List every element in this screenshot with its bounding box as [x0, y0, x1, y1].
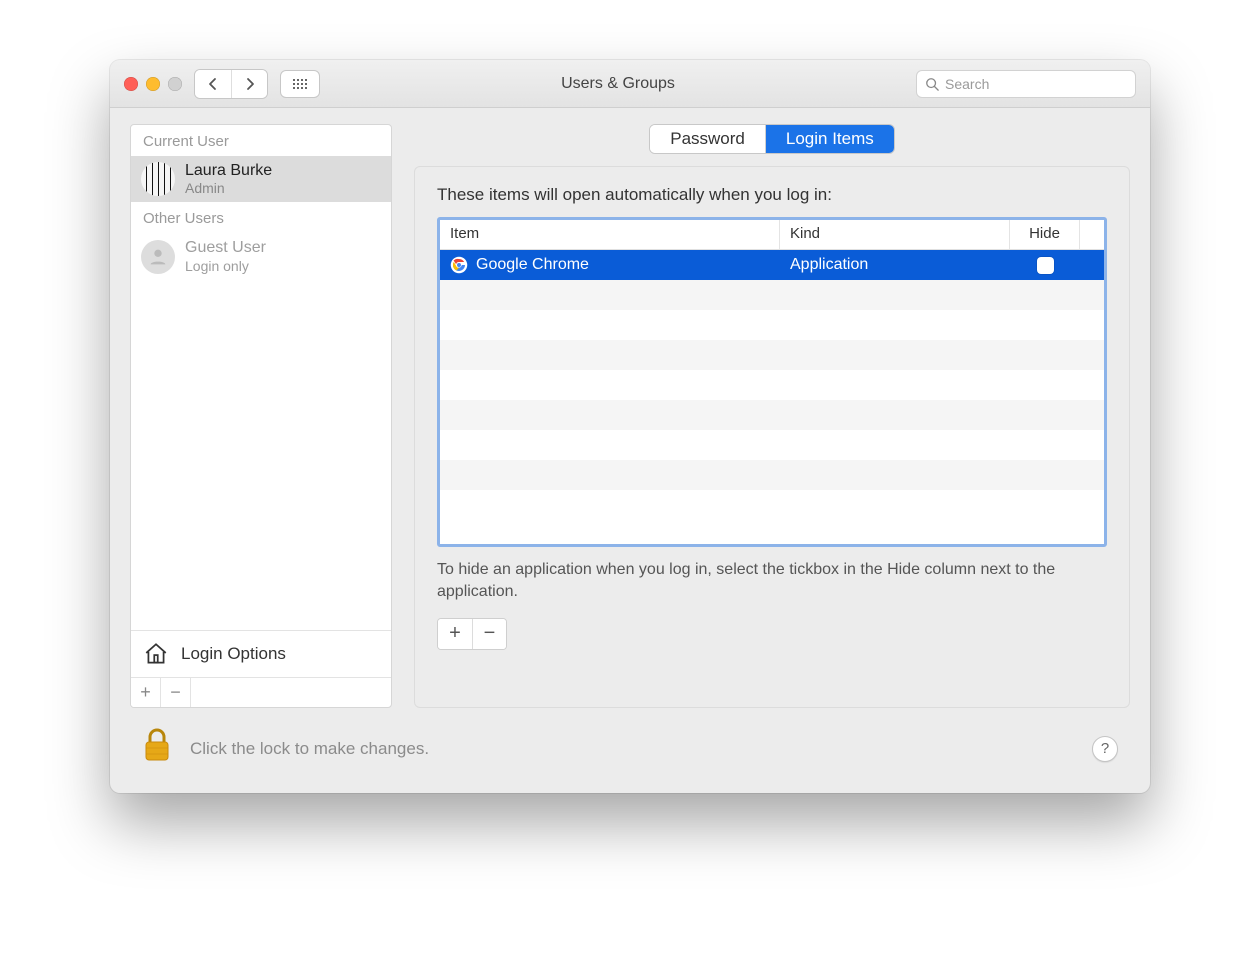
back-button[interactable]	[195, 70, 231, 98]
sidebar-add-remove: + −	[131, 677, 391, 707]
table-row[interactable]	[440, 340, 1104, 370]
user-name: Laura Burke	[185, 162, 272, 180]
tabs: Password Login Items	[649, 124, 895, 154]
window-title: Users & Groups	[332, 75, 904, 93]
row-kind: Application	[790, 256, 868, 274]
sidebar-user-guest[interactable]: Guest User Login only	[131, 233, 391, 279]
user-role: Admin	[185, 180, 272, 196]
table-header: Item Kind Hide	[440, 220, 1104, 250]
login-options-button[interactable]: Login Options	[131, 630, 391, 677]
col-item[interactable]: Item	[440, 220, 780, 249]
main-area: Password Login Items These items will op…	[414, 124, 1130, 708]
avatar-icon	[141, 162, 175, 196]
search-field[interactable]	[916, 70, 1136, 98]
add-login-item-button[interactable]: +	[438, 619, 472, 649]
user-name: Guest User	[185, 239, 266, 257]
user-role: Login only	[185, 258, 266, 274]
chevron-left-icon	[208, 77, 218, 91]
table-row[interactable]	[440, 490, 1104, 520]
row-item-name: Google Chrome	[476, 256, 589, 274]
login-options-label: Login Options	[181, 644, 286, 664]
current-user-heading: Current User	[131, 125, 391, 156]
table-row[interactable]	[440, 430, 1104, 460]
remove-user-button[interactable]: −	[161, 678, 191, 707]
table-row[interactable]	[440, 310, 1104, 340]
login-items-add-remove: + −	[437, 618, 507, 650]
nav-back-forward	[194, 69, 268, 99]
lock-button[interactable]	[142, 728, 172, 769]
hide-checkbox[interactable]	[1037, 257, 1054, 274]
lock-icon	[142, 728, 172, 764]
table-row[interactable]	[440, 370, 1104, 400]
help-button[interactable]: ?	[1092, 736, 1118, 762]
login-items-caption: These items will open automatically when…	[437, 185, 1107, 205]
table-row[interactable]: Google Chrome Application	[440, 250, 1104, 280]
other-users-heading: Other Users	[131, 202, 391, 233]
search-input[interactable]	[945, 76, 1127, 92]
chrome-icon	[450, 256, 468, 274]
grid-icon	[293, 79, 307, 89]
tab-password[interactable]: Password	[650, 125, 765, 153]
show-all-button[interactable]	[280, 70, 320, 98]
login-items-panel: These items will open automatically when…	[414, 166, 1130, 708]
house-icon	[143, 641, 169, 667]
login-items-hint: To hide an application when you log in, …	[437, 559, 1107, 604]
table-row[interactable]	[440, 280, 1104, 310]
col-kind[interactable]: Kind	[780, 220, 1010, 249]
lock-message: Click the lock to make changes.	[190, 739, 1074, 759]
users-sidebar: Current User Laura Burke Admin Other Use…	[130, 124, 392, 708]
sidebar-user-current[interactable]: Laura Burke Admin	[131, 156, 391, 202]
avatar-icon	[141, 240, 175, 274]
preferences-window: Users & Groups Current User Laura Burke …	[110, 60, 1150, 793]
window-controls	[124, 77, 182, 91]
zoom-window-button[interactable]	[168, 77, 182, 91]
forward-button[interactable]	[231, 70, 267, 98]
chevron-right-icon	[245, 77, 255, 91]
titlebar: Users & Groups	[110, 60, 1150, 108]
col-hide[interactable]: Hide	[1010, 220, 1080, 249]
minimize-window-button[interactable]	[146, 77, 160, 91]
search-icon	[925, 77, 939, 91]
tab-login-items[interactable]: Login Items	[765, 125, 894, 153]
remove-login-item-button[interactable]: −	[472, 619, 506, 649]
footer: Click the lock to make changes. ?	[110, 728, 1150, 793]
table-row[interactable]	[440, 400, 1104, 430]
login-items-table[interactable]: Item Kind Hide	[437, 217, 1107, 547]
add-user-button[interactable]: +	[131, 678, 161, 707]
table-row[interactable]	[440, 460, 1104, 490]
close-window-button[interactable]	[124, 77, 138, 91]
